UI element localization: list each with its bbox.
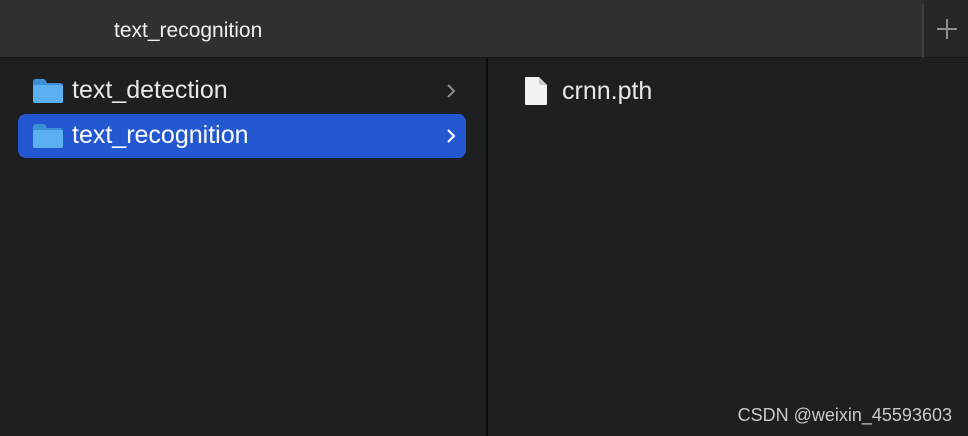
folder-icon [33,79,63,103]
plus-icon [937,19,957,39]
tab-title: text_recognition [114,19,263,42]
chevron-right-icon [447,129,456,143]
column-1: text_detection text_recognition [0,58,486,436]
folder-label: text_detection [72,76,228,104]
folder-icon [33,124,63,148]
chevron-right-icon [447,84,456,98]
file-label: crnn.pth [562,77,653,105]
tab-text-recognition[interactable]: text_recognition [0,0,922,57]
column-2: crnn.pth [488,58,968,436]
folder-row-text-recognition[interactable]: text_recognition [18,114,466,158]
folder-label: text_recognition [72,121,249,149]
document-icon [525,77,547,105]
finder-window: text_recognition text_detection text_rec… [0,0,968,436]
new-tab-button[interactable] [924,0,968,57]
tab-bar: text_recognition [0,0,968,58]
folder-row-text-detection[interactable]: text_detection [18,69,466,113]
file-row-crnn[interactable]: crnn.pth [508,70,948,114]
watermark: CSDN @weixin_45593603 [737,405,952,425]
